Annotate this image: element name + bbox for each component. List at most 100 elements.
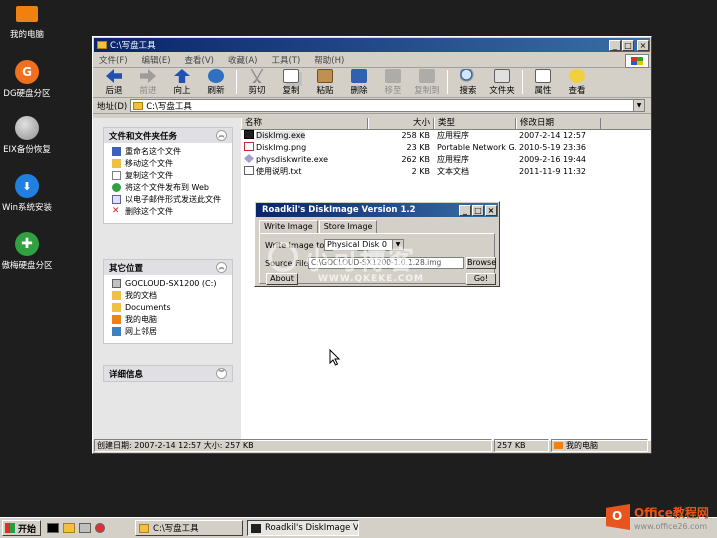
copy-button[interactable]: 复制 — [274, 69, 308, 97]
details-panel-header[interactable]: 详细信息 ︾ — [104, 366, 232, 381]
column-name[interactable]: 名称 — [241, 118, 368, 129]
file-size: 258 KB — [401, 131, 430, 140]
clipboard-icon — [317, 69, 333, 83]
close-button[interactable]: × — [485, 204, 497, 216]
collapse-chevron-icon[interactable]: ︽ — [216, 130, 227, 141]
folder-icon[interactable] — [63, 523, 76, 533]
menu-file[interactable]: 文件(F) — [99, 54, 128, 66]
start-button[interactable]: 开始 — [2, 520, 42, 536]
network-icon — [112, 327, 121, 336]
task-rename[interactable]: 重命名这个文件 — [112, 147, 227, 157]
properties-button[interactable]: 属性 — [526, 69, 560, 97]
desktop-icon-dg-partition[interactable]: G DG硬盘分区 — [0, 60, 54, 99]
tab-store-image[interactable]: Store Image — [318, 220, 378, 233]
minimize-button[interactable]: _ — [459, 204, 471, 216]
copy-to-icon — [419, 69, 435, 83]
disk-select-value: Physical Disk 0 — [327, 240, 387, 249]
copy-to-label: 复制到 — [414, 86, 440, 96]
table-row[interactable]: physdiskwrite.exe 262 KB 应用程序 2009-2-16 … — [241, 154, 651, 166]
menu-view[interactable]: 查看(V) — [185, 54, 214, 66]
tasks-panel-title: 文件和文件夹任务 — [109, 131, 178, 142]
maximize-button[interactable]: □ — [472, 204, 484, 216]
desktop-icon-my-computer[interactable]: 我的电脑 — [0, 4, 54, 40]
column-size[interactable]: 大小 — [368, 118, 434, 129]
copy-to-button[interactable]: 复制到 — [410, 69, 444, 97]
task-email[interactable]: 以电子邮件形式发送此文件 — [112, 195, 227, 205]
menu-favorites[interactable]: 收藏(A) — [228, 54, 257, 66]
views-button[interactable]: 查看 — [560, 69, 594, 97]
up-button[interactable]: 向上 — [165, 69, 199, 97]
collapse-chevron-icon[interactable]: ︽ — [216, 262, 227, 273]
minimize-button[interactable]: _ — [609, 39, 621, 51]
dialog-title: Roadkil's DiskImage Version 1.2 — [262, 205, 416, 215]
table-row[interactable]: DiskImg.exe 258 KB 应用程序 2007-2-14 12:57 — [241, 130, 651, 142]
place-my-computer[interactable]: 我的电脑 — [112, 315, 227, 325]
copy-file-icon — [112, 171, 121, 180]
desktop-icon-label: 傲梅硬盘分区 — [1, 261, 53, 271]
disc-icon[interactable] — [95, 523, 106, 533]
task-copy[interactable]: 复制这个文件 — [112, 171, 227, 181]
address-input[interactable]: C:\写盘工具 ▼ — [130, 99, 645, 112]
desktop-icon-eix-backup[interactable]: EIX备份恢复 — [0, 116, 54, 155]
chevron-down-icon[interactable]: ▼ — [633, 100, 644, 111]
task-delete[interactable]: ✕ 删除这个文件 — [112, 207, 227, 217]
browse-button[interactable]: Browse — [466, 257, 496, 269]
desktop-icon-win-install[interactable]: ⬇ Win系统安装 — [0, 174, 54, 213]
cut-button[interactable]: 剪切 — [240, 69, 274, 97]
delete-button[interactable]: 删除 — [342, 69, 376, 97]
go-button[interactable]: Go! — [466, 273, 496, 285]
forward-button[interactable]: 前进 — [131, 69, 165, 97]
file-size: 262 KB — [401, 155, 430, 164]
place-my-documents[interactable]: 我的文档 — [112, 291, 227, 301]
place-drive-c[interactable]: GOCLOUD-SX1200 (C:) — [112, 279, 227, 289]
column-modified[interactable]: 修改日期 — [516, 118, 601, 129]
cmd-icon[interactable] — [47, 523, 60, 533]
file-name: DiskImg.png — [256, 143, 307, 152]
maximize-button[interactable]: □ — [622, 39, 634, 51]
properties-label: 属性 — [534, 86, 552, 96]
file-modified: 2011-11-9 11:32 — [519, 167, 586, 176]
task-move[interactable]: 移动这个文件 — [112, 159, 227, 169]
table-row[interactable]: DiskImg.png 23 KB Portable Network G... … — [241, 142, 651, 154]
taskbar-item-explorer[interactable]: C:\写盘工具 — [135, 520, 244, 536]
task-label: 复制这个文件 — [125, 171, 173, 180]
taskbar-item-diskimage[interactable]: Roadkil's DiskImage Versi... — [247, 520, 360, 536]
source-file-input[interactable]: C:\GOCLOUD-SX1200-1.0.1.28.img — [308, 257, 464, 269]
desktop-icon-label: EIX备份恢复 — [3, 145, 51, 155]
taskbar-item-label: C:\写盘工具 — [153, 524, 199, 534]
column-type[interactable]: 类型 — [434, 118, 516, 129]
place-network[interactable]: 网上邻居 — [112, 327, 227, 337]
place-documents[interactable]: Documents — [112, 303, 227, 313]
tab-write-image[interactable]: Write Image — [259, 220, 318, 234]
tasks-panel-header[interactable]: 文件和文件夹任务 ︽ — [104, 128, 232, 143]
disk-select[interactable]: Physical Disk 0 ▼ — [324, 239, 404, 251]
drive-icon[interactable] — [79, 523, 92, 533]
search-button[interactable]: 搜索 — [451, 69, 485, 97]
office-logo-glyph: O — [612, 509, 623, 523]
explorer-titlebar[interactable]: C:\写盘工具 _ □ × — [94, 38, 650, 52]
folders-button[interactable]: 文件夹 — [485, 69, 519, 97]
desktop-icon-aomei-partition[interactable]: ✚ 傲梅硬盘分区 — [0, 232, 54, 271]
move-icon — [112, 159, 121, 168]
refresh-button[interactable]: 刷新 — [199, 69, 233, 97]
delete-icon — [351, 69, 367, 83]
menu-edit[interactable]: 编辑(E) — [142, 54, 171, 66]
places-panel-header[interactable]: 其它位置 ︽ — [104, 260, 232, 275]
paste-button[interactable]: 粘贴 — [308, 69, 342, 97]
menu-help[interactable]: 帮助(H) — [314, 54, 344, 66]
menu-tools[interactable]: 工具(T) — [271, 54, 300, 66]
place-label: GOCLOUD-SX1200 (C:) — [125, 279, 217, 288]
table-row[interactable]: 使用说明.txt 2 KB 文本文档 2011-11-9 11:32 — [241, 166, 651, 178]
close-button[interactable]: × — [637, 39, 649, 51]
back-button[interactable]: 后退 — [97, 69, 131, 97]
task-publish-web[interactable]: 将这个文件发布到 Web — [112, 183, 227, 193]
chevron-down-icon[interactable]: ▼ — [392, 240, 403, 250]
about-button[interactable]: About — [266, 273, 298, 285]
expand-chevron-icon[interactable]: ︾ — [216, 368, 227, 379]
folder-icon — [97, 41, 107, 49]
move-to-button[interactable]: 移至 — [376, 69, 410, 97]
start-logo-icon — [5, 523, 15, 533]
dialog-titlebar[interactable]: Roadkil's DiskImage Version 1.2 _ □ × — [256, 203, 498, 217]
start-label: 开始 — [18, 524, 37, 535]
file-type: 应用程序 — [437, 155, 469, 164]
